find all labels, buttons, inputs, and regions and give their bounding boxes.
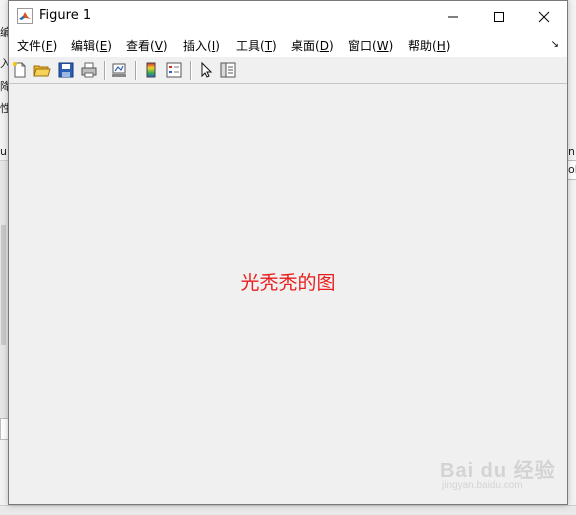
background-left-scrollbar[interactable] bbox=[1, 225, 6, 345]
figure-text: 光秃秃的图 bbox=[240, 272, 336, 294]
link-plot-icon[interactable] bbox=[110, 61, 128, 79]
menu-help[interactable]: 帮助(H) bbox=[408, 37, 450, 54]
menu-file[interactable]: 文件(F) bbox=[17, 37, 57, 54]
minimize-button[interactable] bbox=[430, 1, 476, 32]
property-inspector-icon[interactable] bbox=[219, 61, 237, 79]
new-figure-icon[interactable] bbox=[11, 61, 29, 79]
open-file-icon[interactable] bbox=[33, 61, 51, 79]
menu-window[interactable]: 窗口(W) bbox=[348, 37, 393, 54]
toolbar-separator bbox=[135, 61, 137, 80]
background-left-text: 性 bbox=[0, 102, 8, 115]
print-icon[interactable] bbox=[80, 61, 98, 79]
menu-view[interactable]: 查看(V) bbox=[126, 37, 168, 54]
toolbar-separator bbox=[190, 61, 192, 80]
background-left-text: 降 bbox=[0, 80, 8, 93]
colorbar-icon[interactable] bbox=[142, 61, 160, 79]
maximize-icon bbox=[494, 11, 504, 22]
menu-tools[interactable]: 工具(T) bbox=[236, 37, 277, 54]
menu-edit[interactable]: 编辑(E) bbox=[71, 37, 112, 54]
toolbar-separator bbox=[104, 61, 106, 80]
watermark-url: jingyan.baidu.com bbox=[442, 480, 523, 491]
background-left-text: un bbox=[0, 145, 8, 158]
baidu-watermark: Bai du 经验 jingyan.baidu.com bbox=[440, 452, 560, 498]
background-right-text: ol bbox=[568, 163, 576, 176]
close-icon bbox=[538, 11, 550, 22]
matlab-logo-icon bbox=[17, 8, 33, 24]
menu-overflow-icon[interactable]: ↘ bbox=[551, 39, 559, 50]
figure-window: Figure 1 文件(F) 编辑(E) 查看(V) 插入(I) 工具(T) 桌… bbox=[8, 0, 568, 505]
menu-desktop[interactable]: 桌面(D) bbox=[291, 37, 334, 54]
figure-canvas[interactable]: 光秃秃的图 bbox=[9, 84, 567, 504]
edit-plot-icon[interactable] bbox=[197, 61, 215, 79]
toolbar bbox=[9, 57, 567, 84]
menu-bar: 文件(F) 编辑(E) 查看(V) 插入(I) 工具(T) 桌面(D) 窗口(W… bbox=[9, 32, 567, 57]
window-title: Figure 1 bbox=[39, 8, 92, 23]
background-right-text: n bbox=[568, 145, 575, 158]
maximize-button[interactable] bbox=[476, 1, 522, 32]
minimize-icon bbox=[448, 16, 458, 17]
legend-icon[interactable] bbox=[165, 61, 183, 79]
close-button[interactable] bbox=[521, 1, 567, 32]
background-right-strip bbox=[568, 0, 576, 514]
title-bar[interactable]: Figure 1 bbox=[9, 1, 567, 32]
menu-insert[interactable]: 插入(I) bbox=[183, 37, 220, 54]
save-icon[interactable] bbox=[57, 61, 75, 79]
watermark-brand: Bai du 经验 bbox=[440, 460, 556, 482]
background-left-text: 编 bbox=[0, 26, 8, 39]
background-left-text: 入 bbox=[0, 57, 8, 70]
